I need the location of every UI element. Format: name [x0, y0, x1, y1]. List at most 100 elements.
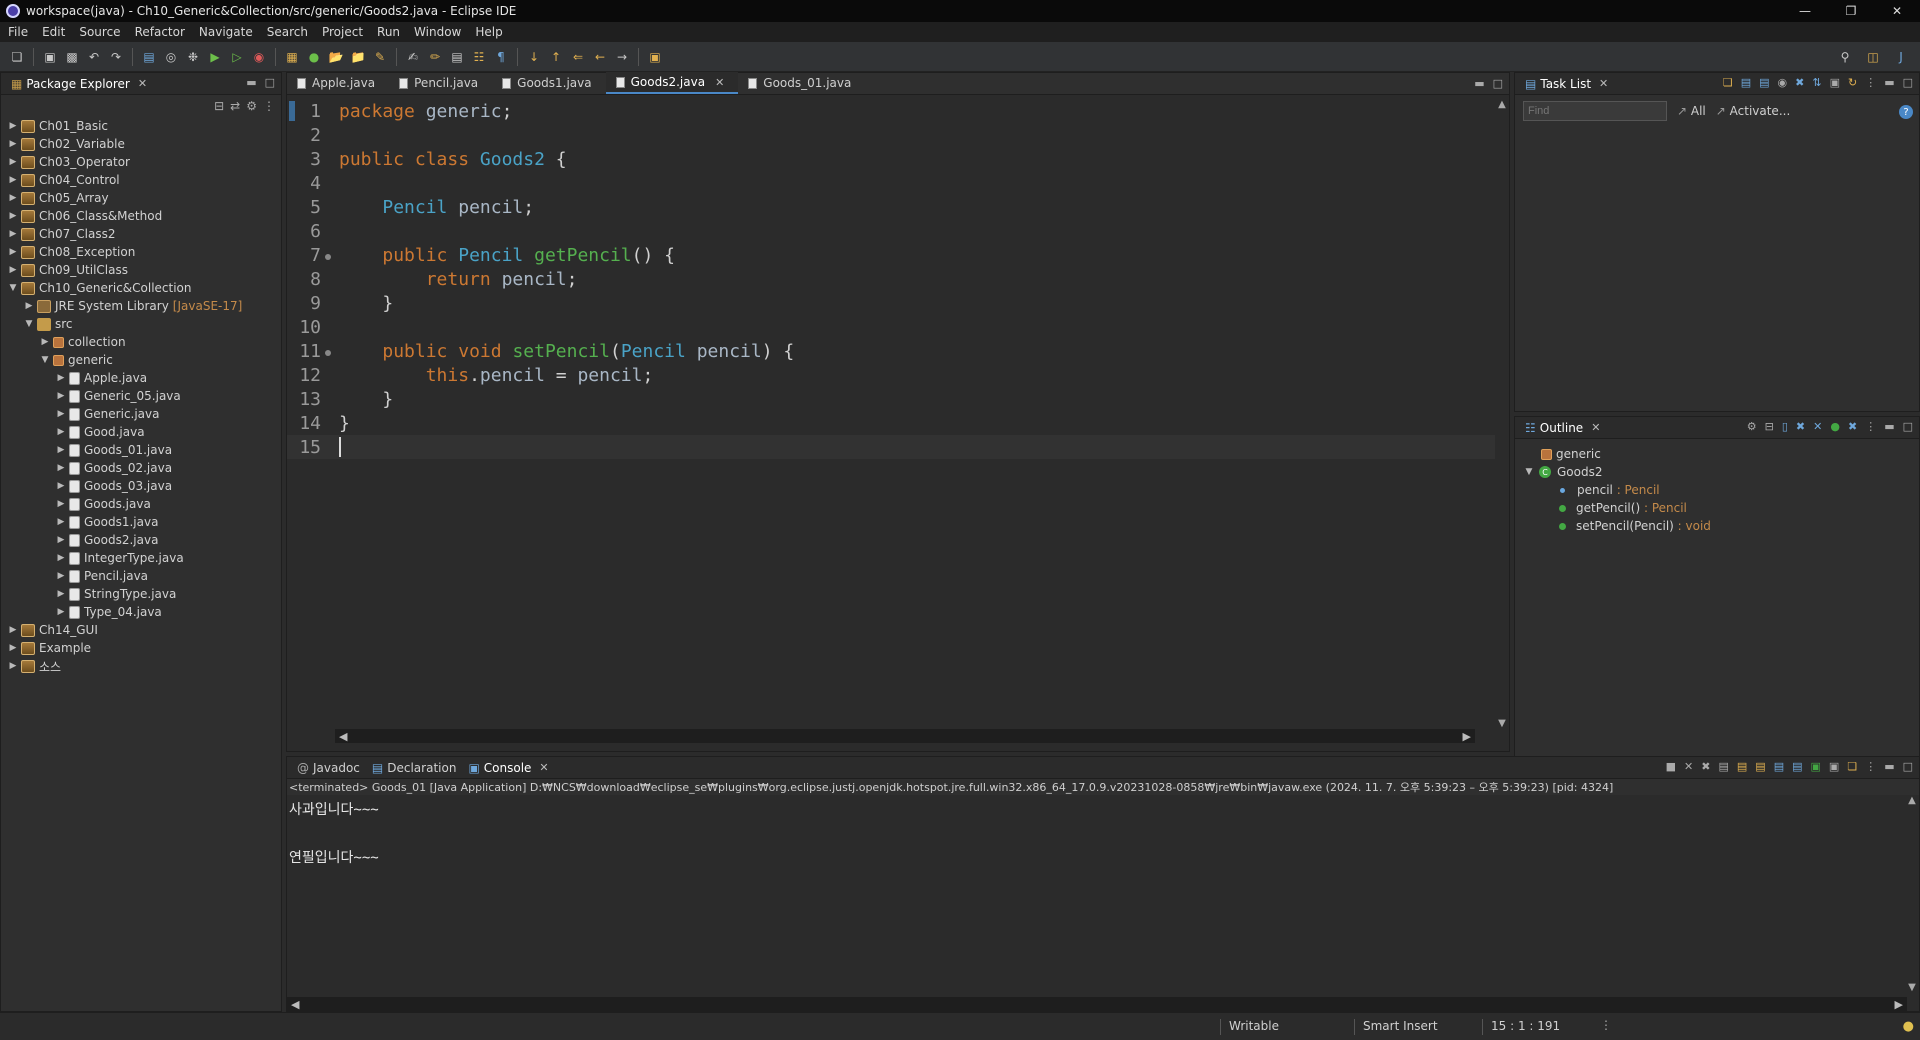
help-icon[interactable]: ? [1899, 105, 1913, 119]
java-perspective-icon[interactable]: J [1892, 48, 1910, 66]
chevron-down-icon[interactable]: ▼ [23, 319, 35, 329]
code-line[interactable]: 6 [287, 219, 1495, 243]
chevron-right-icon[interactable]: ▶ [7, 193, 19, 203]
code-line[interactable]: 2 [287, 123, 1495, 147]
chevron-right-icon[interactable]: ▶ [55, 373, 67, 383]
close-icon[interactable]: ✕ [138, 77, 147, 90]
prev-annotation-icon[interactable]: ↑ [547, 48, 565, 66]
display-console-icon[interactable]: ▣ [1829, 760, 1839, 773]
tree-item[interactable]: ▶ Ch02_Variable [1, 135, 281, 153]
code-line[interactable]: 7 public Pencil getPencil() { [287, 243, 1495, 267]
tree-item[interactable]: ▶ Ch03_Operator [1, 153, 281, 171]
tree-item[interactable]: ▶ Ch08_Exception [1, 243, 281, 261]
code-line[interactable]: 11 public void setPencil(Pencil pencil) … [287, 339, 1495, 363]
editor-horizontal-scrollbar[interactable]: ◀ ▶ [335, 729, 1475, 743]
chevron-right-icon[interactable]: ▶ [55, 427, 67, 437]
menu-project[interactable]: Project [318, 25, 373, 39]
scheduled-icon[interactable]: ▤ [1759, 76, 1769, 89]
remove-launch-icon[interactable]: ✕ [1684, 760, 1693, 773]
status-menu-icon[interactable]: ⋮ [1600, 1018, 1612, 1032]
sync-icon[interactable]: ↻ [1848, 76, 1857, 89]
menu-source[interactable]: Source [75, 25, 130, 39]
show-stdout-icon[interactable]: ▤ [1774, 760, 1784, 773]
tree-item[interactable]: ▶ Generic.java [1, 405, 281, 423]
minimize-panel-icon[interactable]: ▬ [1884, 760, 1894, 773]
tree-item[interactable]: ▶ Generic_05.java [1, 387, 281, 405]
show-whitespace-icon[interactable]: ¶ [492, 48, 510, 66]
menu-navigate[interactable]: Navigate [195, 25, 263, 39]
remove-all-icon[interactable]: ✖ [1701, 760, 1710, 773]
chevron-right-icon[interactable]: ▶ [55, 499, 67, 509]
chevron-right-icon[interactable]: ▶ [55, 607, 67, 617]
chevron-down-icon[interactable]: ▼ [7, 283, 19, 293]
new-task-icon[interactable]: ❏ [1723, 76, 1733, 89]
word-wrap-icon[interactable]: ☷ [470, 48, 488, 66]
chevron-right-icon[interactable]: ▶ [55, 445, 67, 455]
tree-item[interactable]: ▼ generic [1, 351, 281, 369]
chevron-down-icon[interactable]: ▼ [39, 355, 51, 365]
chevron-right-icon[interactable]: ▶ [55, 481, 67, 491]
maximize-panel-icon[interactable]: □ [1493, 77, 1503, 90]
chevron-right-icon[interactable]: ▶ [7, 247, 19, 257]
categorized-icon[interactable]: ▤ [1741, 76, 1751, 89]
search-toolbar-icon[interactable]: ✎ [371, 48, 389, 66]
tab-task-list[interactable]: ▤ Task List ✕ [1521, 73, 1616, 95]
view-menu-icon[interactable]: ⋮ [1865, 420, 1876, 433]
open-console-icon[interactable]: ❏ [1847, 760, 1857, 773]
scroll-lock-icon[interactable]: ▤ [1737, 760, 1747, 773]
fold-icon[interactable] [325, 253, 331, 260]
minimize-panel-icon[interactable]: ▬ [1474, 77, 1484, 90]
tree-item[interactable]: ▶ Ch07_Class2 [1, 225, 281, 243]
link-with-editor-icon[interactable]: ⇄ [230, 99, 240, 113]
new-java-project-icon[interactable]: ▦ [283, 48, 301, 66]
activate-link[interactable]: ↗ Activate... [1716, 104, 1791, 118]
tree-item[interactable]: ▶ Apple.java [1, 369, 281, 387]
hide-nonpublic-icon[interactable]: ✕ [1813, 420, 1822, 433]
lightbulb-icon[interactable]: ● [1903, 1019, 1914, 1034]
menu-search[interactable]: Search [263, 25, 318, 39]
tree-item[interactable]: ▶ IntegerType.java [1, 549, 281, 567]
chevron-right-icon[interactable]: ▶ [7, 229, 19, 239]
hide-static-icon[interactable]: ✖ [1796, 420, 1805, 433]
chevron-right-icon[interactable]: ▶ [39, 337, 51, 347]
code-line[interactable]: 15 [287, 435, 1495, 459]
chevron-right-icon[interactable]: ▶ [55, 409, 67, 419]
code-line[interactable]: 3 public class Goods2 { [287, 147, 1495, 171]
outline-package[interactable]: generic [1515, 445, 1919, 463]
tree-item[interactable]: ▶ Example [1, 639, 281, 657]
view-menu-icon[interactable]: ⋮ [263, 99, 275, 113]
all-filter[interactable]: ↗ All [1677, 104, 1706, 118]
editor-tab-active[interactable]: Goods2.java ✕ [605, 72, 739, 94]
run-icon[interactable]: ▶ [206, 48, 224, 66]
chevron-down-icon[interactable]: ▼ [1523, 467, 1535, 477]
menu-refactor[interactable]: Refactor [131, 25, 195, 39]
open-folder-icon[interactable]: 📁 [349, 48, 367, 66]
filters-icon[interactable]: ⚙ [246, 99, 257, 113]
save-icon[interactable]: ▣ [41, 48, 59, 66]
tree-item[interactable]: ▶ Goods.java [1, 495, 281, 513]
menu-window[interactable]: Window [410, 25, 471, 39]
open-type-icon[interactable]: 📂 [327, 48, 345, 66]
search-icon[interactable]: ⚲ [1836, 48, 1854, 66]
code-line[interactable]: 4 [287, 171, 1495, 195]
tree-item[interactable]: ▶ Ch06_Class&Method [1, 207, 281, 225]
chevron-right-icon[interactable]: ▶ [7, 139, 19, 149]
code-line[interactable]: 14} [287, 411, 1495, 435]
sort-icon[interactable]: ⚙ [1747, 420, 1757, 433]
save-all-icon[interactable]: ▩ [63, 48, 81, 66]
tree-item[interactable]: ▶ Goods1.java [1, 513, 281, 531]
chevron-right-icon[interactable]: ▶ [55, 463, 67, 473]
tree-item[interactable]: ▶ Goods2.java [1, 531, 281, 549]
editor-tab[interactable]: Goods1.java [492, 72, 605, 94]
collapse-icon[interactable]: ▣ [1830, 76, 1840, 89]
minimize-button[interactable]: — [1782, 0, 1828, 22]
code-editor[interactable]: 1 package generic; 2 3 public class Goods2 {… [287, 99, 1495, 729]
hide-fields-icon[interactable]: ▯ [1782, 420, 1788, 433]
maximize-panel-icon[interactable]: □ [1903, 420, 1913, 433]
debug-icon[interactable]: ❉ [184, 48, 202, 66]
tree-item[interactable]: ▶ JRE System Library [JavaSE-17] [1, 297, 281, 315]
code-line[interactable]: 9 } [287, 291, 1495, 315]
view-menu-icon[interactable]: ⋮ [1865, 760, 1876, 773]
scroll-down-icon[interactable]: ▼ [1495, 718, 1509, 729]
editor-tab[interactable]: Pencil.java [389, 72, 492, 94]
